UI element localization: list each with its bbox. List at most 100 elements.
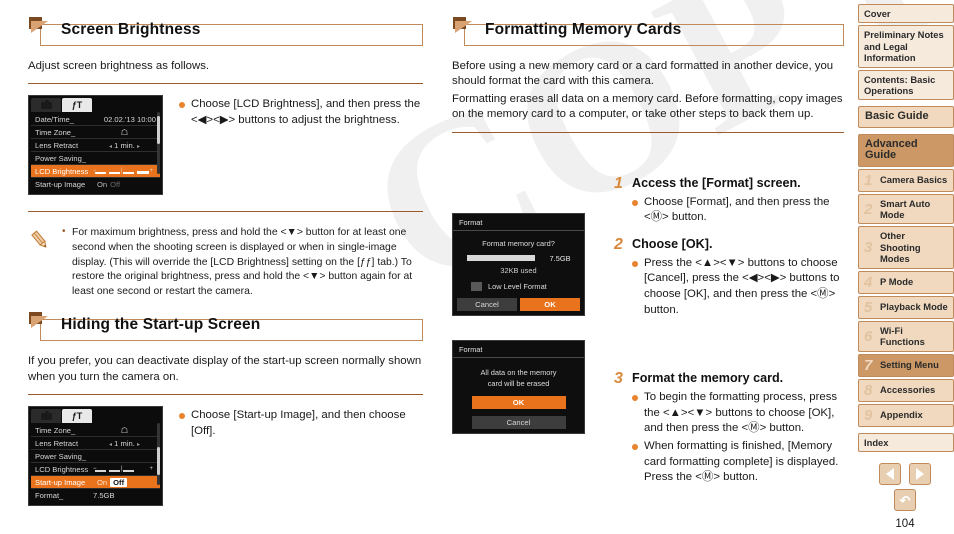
chevron-right-icon: ▸ (136, 441, 140, 448)
capacity-label: 7.5GB (549, 253, 571, 263)
intro-text-brightness: Adjust screen brightness as follows. (28, 60, 210, 72)
sidebar-item-label: Wi-Fi Functions (880, 324, 925, 348)
divider (452, 131, 844, 133)
divider (28, 394, 423, 396)
pencil-icon (28, 226, 62, 299)
sidebar-item-number: 1 (864, 171, 873, 189)
confirm-dialog-screenshot: Format All data on the memory card will … (452, 339, 585, 434)
checkbox-label: Low Level Format (488, 281, 547, 291)
menu-tabs: ƒT (31, 98, 160, 113)
bullet-item: Choose [Format], and then press the <Ⓜ> … (632, 195, 844, 226)
section-header-hiding-startup: Hiding the Start-up Screen (29, 312, 423, 342)
step-1: 1 Access the [Format] screen. Choose [Fo… (614, 175, 844, 228)
menu-row-value: 1 min. (114, 140, 135, 150)
sidebar-item-number: 9 (864, 406, 873, 424)
sidebar-item-smart-auto-mode[interactable]: 2 Smart Auto Mode (858, 193, 954, 225)
menu-row[interactable]: Format_ 7.5GB (31, 489, 160, 502)
page-number: 104 (895, 518, 915, 530)
menu-screenshot-startup: ƒT Time Zone_ ☖ Lens Retract ◂ 1 min. ▸ (28, 406, 163, 507)
brightness-slider[interactable]: − | + (93, 466, 153, 474)
sidebar-item-label: P Mode (880, 276, 914, 288)
cancel-button[interactable]: Cancel (457, 297, 517, 311)
intro-paragraph-1: Before using a new memory card or a card… (452, 60, 834, 88)
dialog-question: Format memory card? (482, 238, 555, 248)
previous-page-button[interactable] (879, 463, 901, 485)
menu-row-value: 02.02.'13 10:00 (103, 114, 156, 124)
menu-row[interactable]: Start-up Image On Off (31, 178, 160, 191)
menu-value-off: Off (110, 477, 128, 487)
chevron-right-icon: ▸ (136, 143, 140, 150)
settings-tab-icon: ƒT (62, 98, 92, 113)
sidebar-item-label: Setting Menu (880, 359, 939, 371)
section-header-formatting: Formatting Memory Cards (453, 17, 844, 46)
menu-row-selected[interactable]: Start-up Image On Off (31, 476, 160, 490)
sidebar-item-number: 7 (864, 356, 873, 374)
sidebar-item-label: Accessories (880, 384, 936, 396)
sidebar-item-other-shooting-modes[interactable]: 3 Other Shooting Modes (858, 226, 954, 269)
menu-row-selected[interactable]: LCD Brightness − | + (31, 165, 160, 179)
menu-row[interactable]: Power Saving_ (31, 450, 160, 464)
brightness-slider[interactable]: − | + (93, 168, 153, 176)
menu-scrollbar[interactable] (157, 423, 160, 486)
bullet-item: To begin the formatting process, press t… (632, 390, 844, 437)
menu-row[interactable]: Lens Retract ◂ 1 min. ▸ (31, 139, 160, 153)
checkbox-icon[interactable] (471, 281, 482, 291)
settings-tab-icon: ƒT (62, 409, 92, 424)
cancel-button[interactable]: Cancel (471, 415, 566, 429)
home-icon: ☖ (120, 425, 129, 435)
next-page-button[interactable] (909, 463, 931, 485)
sidebar-item-cover[interactable]: Cover (858, 4, 954, 24)
sidebar-item-index[interactable]: Index (858, 432, 954, 452)
section-flag-icon (29, 312, 51, 329)
sidebar-item-contents[interactable]: Contents: Basic Operations (858, 69, 954, 101)
confirm-message-line2: card will be erased (487, 378, 550, 388)
ok-button[interactable]: OK (520, 297, 580, 311)
format-dialog-screenshot: Format Format memory card? 7.5GB 32KB us… (452, 212, 585, 316)
low-level-format-checkbox[interactable]: Low Level Format (471, 281, 584, 291)
camera-tab-icon (31, 409, 61, 424)
bullet-item: Choose [LCD Brightness], and then press … (179, 97, 423, 128)
intro-text-startup: If you prefer, you can deactivate displa… (28, 355, 422, 383)
menu-row-label: Date/Time_ (35, 114, 74, 124)
bullet-item: Press the <▲><▼> buttons to choose [Canc… (632, 256, 844, 318)
dialog-title: Format (453, 341, 584, 358)
menu-row-value: 1 min. (114, 438, 135, 448)
sidebar-item-advanced-guide[interactable]: Advanced Guide (858, 133, 954, 167)
sidebar-item-preliminary-notes[interactable]: Preliminary Notes and Legal Information (858, 25, 954, 68)
figure-row-brightness: ƒT Date/Time_ 02.02.'13 10:00 Time Zone_… (28, 95, 423, 196)
instruction-text-startup: Choose [Start-up Image], and then choose… (163, 406, 423, 506)
menu-row-label: Start-up Image (35, 477, 86, 487)
sidebar-item-playback-mode[interactable]: 5 Playback Mode (858, 295, 954, 319)
menu-row-label: Lens Retract (35, 140, 79, 150)
sidebar-item-p-mode[interactable]: 4 P Mode (858, 270, 954, 294)
sidebar-item-camera-basics[interactable]: 1 Camera Basics (858, 168, 954, 192)
menu-row-label: Power Saving_ (35, 153, 87, 163)
menu-row[interactable]: Date/Time_ 02.02.'13 10:00 (31, 113, 160, 127)
menu-row[interactable]: Time Zone_ ☖ (31, 126, 160, 140)
sidebar-item-wifi-functions[interactable]: 6 Wi-Fi Functions (858, 320, 954, 352)
sidebar-item-label: Preliminary Notes and Legal Information (864, 29, 944, 64)
sidebar-item-setting-menu[interactable]: 7 Setting Menu (858, 353, 954, 377)
menu-row-label: Lens Retract (35, 438, 79, 448)
step-title: Format the memory card. (632, 371, 784, 386)
step-title: Access the [Format] screen. (632, 175, 801, 190)
menu-row[interactable]: Time Zone_ ☖ (31, 424, 160, 438)
sidebar-item-label: Cover (864, 8, 891, 19)
menu-row[interactable]: LCD Brightness − | + (31, 463, 160, 477)
left-column: Screen Brightness Adjust screen brightne… (28, 0, 423, 507)
divider (28, 83, 423, 85)
menu-scrollbar[interactable] (157, 112, 160, 175)
sidebar-item-appendix[interactable]: 9 Appendix (858, 403, 954, 427)
confirm-message-line1: All data on the memory (480, 367, 557, 377)
step-list: 1 Access the [Format] screen. Choose [Fo… (600, 141, 844, 492)
step-number: 2 (614, 235, 623, 253)
step-number: 3 (614, 370, 623, 388)
sidebar-item-accessories[interactable]: 8 Accessories (858, 378, 954, 402)
ok-button[interactable]: OK (471, 395, 566, 409)
menu-row[interactable]: Power Saving_ (31, 152, 160, 166)
sidebar-item-basic-guide[interactable]: Basic Guide (858, 106, 954, 128)
menu-row[interactable]: Lens Retract ◂ 1 min. ▸ (31, 437, 160, 451)
menu-value-on: On (97, 180, 108, 190)
return-button[interactable]: ↶ (894, 489, 916, 511)
divider (28, 211, 423, 213)
